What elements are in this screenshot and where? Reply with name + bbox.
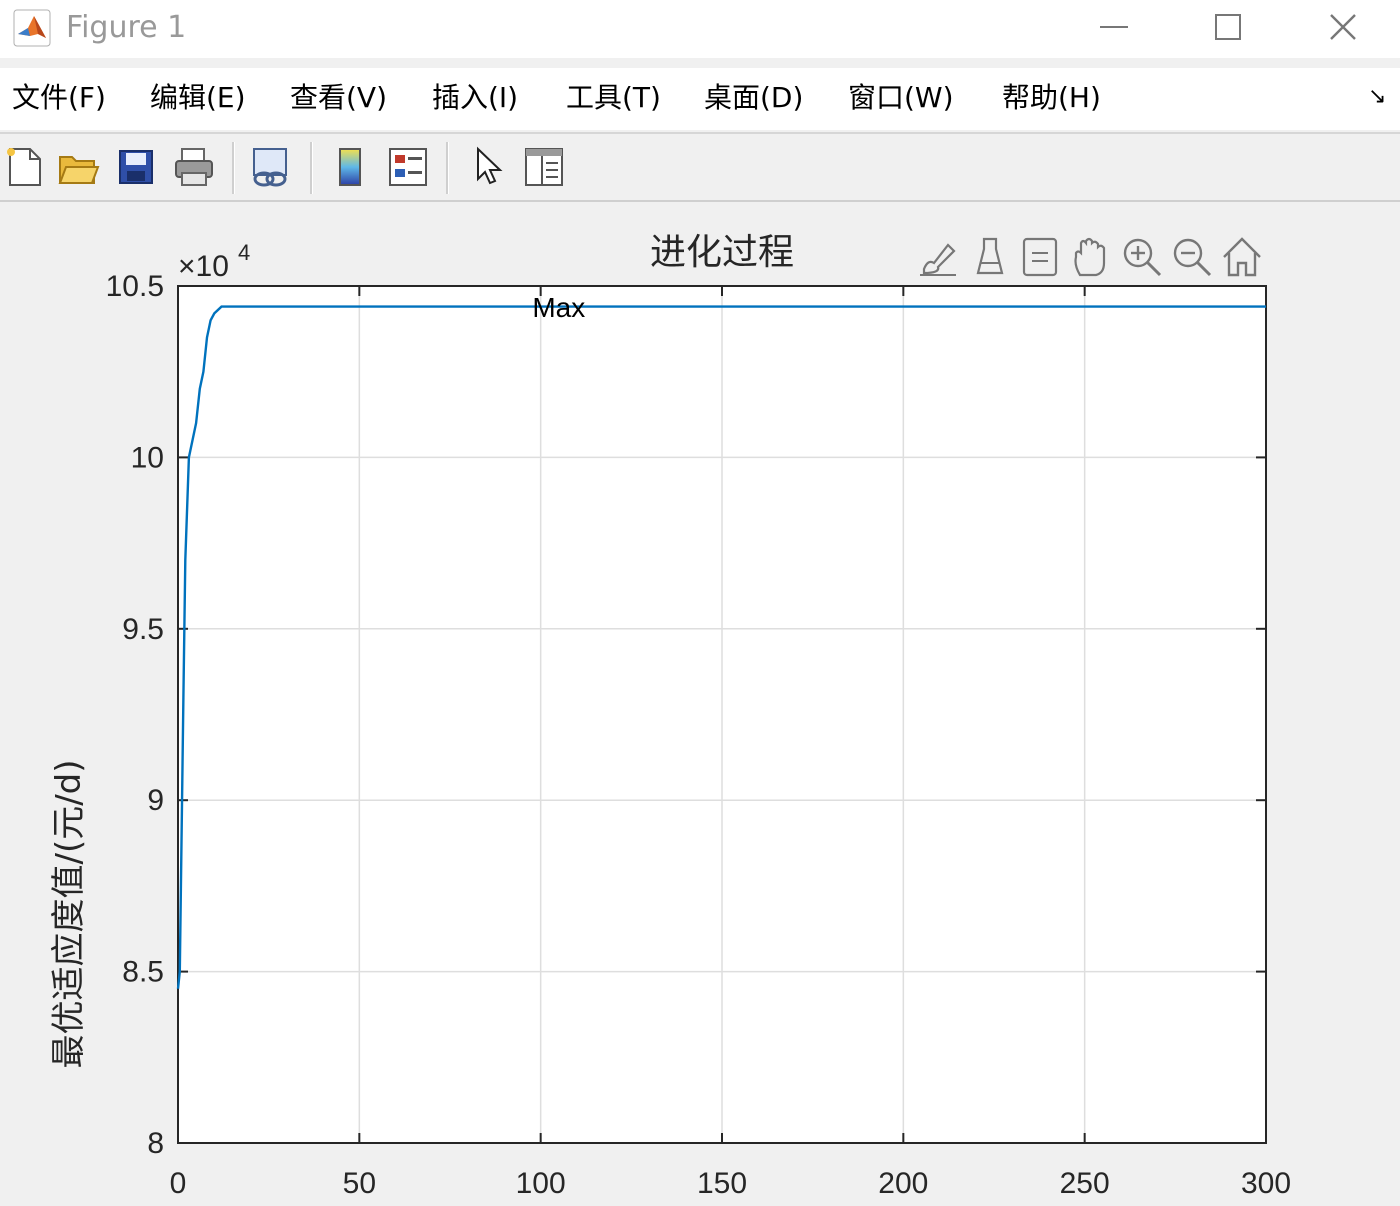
print-button[interactable]	[170, 142, 218, 192]
menu-insert[interactable]: 插入(I)	[432, 78, 518, 118]
open-file-icon	[58, 156, 100, 184]
x-tick-label: 50	[343, 1167, 376, 1200]
save-icon	[119, 150, 153, 184]
pan-button[interactable]	[1066, 232, 1114, 282]
new-figure-button[interactable]	[0, 142, 48, 192]
y-tick-label: 8.5	[122, 956, 164, 989]
colorbar-icon	[339, 148, 361, 186]
link-plot-icon	[253, 148, 287, 187]
rotate-button[interactable]	[1016, 232, 1064, 282]
menu-help[interactable]: 帮助(H)	[1002, 78, 1101, 118]
minimize-button[interactable]	[1085, 4, 1145, 50]
x-tick-label: 250	[1060, 1167, 1110, 1200]
matlab-logo-icon	[12, 8, 52, 48]
y-tick-label: 10	[131, 441, 164, 474]
y-tick-label: 9	[147, 784, 164, 817]
edit-plot-button[interactable]	[464, 142, 512, 192]
y-tick-label: 8	[147, 1127, 164, 1160]
toolbar-separator	[232, 142, 235, 194]
title-bar: Figure 1	[0, 0, 1400, 58]
legend-icon	[389, 148, 427, 186]
close-button[interactable]	[1313, 4, 1373, 50]
x-tick-label: 150	[697, 1167, 747, 1200]
print-icon	[175, 148, 213, 186]
y-exponent-label: ×10	[178, 250, 229, 283]
figure-window: Figure 1 文件(F) 编辑(E) 查看(V) 插入(I) 工具(T) 桌…	[0, 0, 1400, 1206]
menu-desktop[interactable]: 桌面(D)	[704, 78, 803, 118]
menu-window[interactable]: 窗口(W)	[848, 78, 954, 118]
figure-canvas: 0 50 100 150 200 250 300 8 8.5 9 9.5 10 10.5 Max 进化…	[0, 202, 1400, 1206]
x-tick-label: 0	[170, 1167, 187, 1200]
annotations: Max	[532, 292, 585, 323]
close-icon	[1330, 14, 1356, 40]
y-tick-label: 9.5	[122, 613, 164, 646]
window-title: Figure 1	[66, 10, 187, 45]
axes-toolbar	[914, 232, 1270, 282]
maximize-button[interactable]	[1198, 4, 1258, 50]
save-button[interactable]	[112, 142, 160, 192]
toolbar-separator	[310, 142, 313, 194]
zoom-in-button[interactable]	[1118, 232, 1166, 282]
menu-file[interactable]: 文件(F)	[12, 78, 106, 118]
insert-colorbar-button[interactable]	[326, 142, 374, 192]
y-tick-label: 10.5	[106, 270, 164, 303]
link-plot-button[interactable]	[246, 142, 294, 192]
new-figure-icon	[7, 148, 41, 186]
menu-view[interactable]: 查看(V)	[290, 78, 387, 118]
pan-icon	[1074, 237, 1106, 277]
restore-view-button[interactable]	[1218, 232, 1266, 282]
chart-title: 进化过程	[650, 232, 794, 273]
annotation-text: Max	[532, 292, 585, 323]
menu-tools[interactable]: 工具(T)	[566, 78, 661, 118]
rotate-icon	[1022, 237, 1058, 277]
property-inspector-icon	[525, 148, 563, 186]
x-tick-labels: 0 50 100 150 200 250 300	[170, 1167, 1291, 1200]
maximize-icon	[1215, 14, 1241, 40]
zoom-out-icon	[1173, 238, 1212, 277]
brush-button[interactable]	[914, 232, 962, 282]
open-file-button[interactable]	[54, 142, 102, 192]
minimize-icon	[1100, 26, 1128, 28]
zoom-in-icon	[1123, 238, 1162, 277]
y-exponent-power: 4	[238, 240, 250, 265]
figure-toolbar	[0, 134, 1400, 200]
y-tick-labels: 8 8.5 9 9.5 10 10.5	[106, 270, 164, 1160]
brush-icon	[920, 243, 956, 276]
chart: 0 50 100 150 200 250 300 8 8.5 9 9.5 10 10.5 Max 进化…	[49, 232, 1291, 1200]
insert-legend-button[interactable]	[384, 142, 432, 192]
y-exponent: ×10 4	[178, 240, 250, 283]
zoom-out-button[interactable]	[1168, 232, 1216, 282]
menu-bar: 文件(F) 编辑(E) 查看(V) 插入(I) 工具(T) 桌面(D) 窗口(W…	[0, 68, 1400, 130]
property-inspector-button[interactable]	[520, 142, 568, 192]
menu-expand-icon[interactable]: ↘	[1368, 84, 1386, 109]
x-tick-label: 300	[1241, 1167, 1291, 1200]
home-icon	[1223, 237, 1261, 277]
pointer-icon	[477, 146, 503, 185]
y-axis-label: 最优适应度值/(元/d)	[49, 759, 89, 1068]
toolbar-separator	[446, 142, 449, 194]
menu-edit[interactable]: 编辑(E)	[150, 78, 246, 118]
data-tips-icon	[976, 237, 1004, 275]
x-tick-label: 100	[516, 1167, 566, 1200]
data-tips-button[interactable]	[966, 232, 1014, 282]
x-tick-label: 200	[878, 1167, 928, 1200]
